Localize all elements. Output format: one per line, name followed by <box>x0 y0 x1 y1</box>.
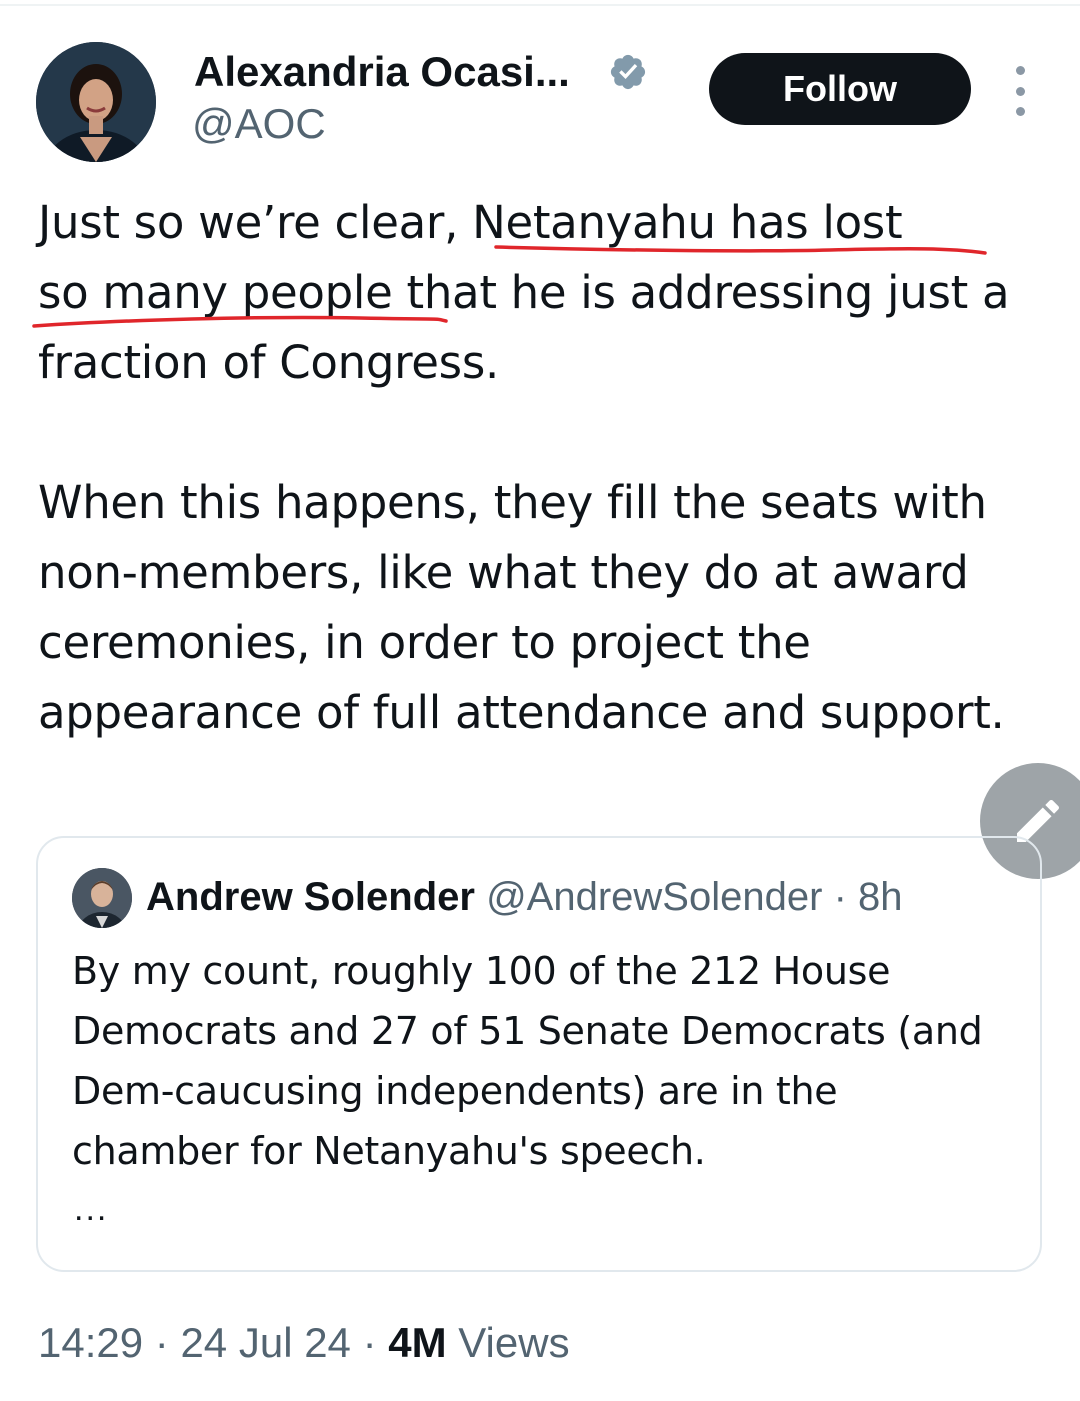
views-count: 4M <box>388 1319 447 1366</box>
quoted-separator: · <box>833 875 847 919</box>
meta-separator: · <box>362 1319 377 1366</box>
tweet-time[interactable]: 14:29 <box>38 1319 143 1366</box>
author-display-name[interactable]: Alexandria Ocasi... <box>194 48 570 96</box>
tweet-paragraph-2: When this happens, they fill the seats w… <box>38 476 1005 739</box>
author-avatar[interactable] <box>36 42 156 162</box>
quoted-tweet-ellipsis: ... <box>74 1190 109 1228</box>
quoted-author-name[interactable]: Andrew Solender <box>146 875 475 919</box>
tweet-paragraph-1: Just so we’re clear, Netanyahu has lost s… <box>38 188 1038 398</box>
quoted-tweet-text: By my count, roughly 100 of the 212 Hous… <box>72 949 983 1173</box>
tweet-text: Just so we’re clear, Netanyahu has lost s… <box>38 188 1038 748</box>
follow-button[interactable]: Follow <box>709 53 971 125</box>
quoted-author-handle[interactable]: @AndrewSolender <box>486 875 822 919</box>
annotated-phrase: so many people <box>38 266 393 319</box>
quoted-timestamp[interactable]: 8h <box>858 875 903 919</box>
tweet-text-segment: Just so we’re clear, <box>38 196 473 249</box>
quoted-author-avatar[interactable] <box>72 868 132 928</box>
annotated-phrase: Netanyahu has lost <box>472 196 903 249</box>
quoted-tweet-header: Andrew Solender @AndrewSolender · 8h <box>146 872 903 922</box>
tweet-date[interactable]: 24 Jul 24 <box>180 1319 350 1366</box>
views-label: Views <box>458 1319 570 1366</box>
top-divider <box>0 4 1080 6</box>
more-options-icon[interactable] <box>1004 66 1036 116</box>
author-handle[interactable]: @AOC <box>192 100 326 148</box>
meta-separator: · <box>154 1319 169 1366</box>
verified-badge-icon <box>610 54 646 90</box>
tweet-meta: 14:29 · 24 Jul 24 · 4M Views <box>38 1318 570 1368</box>
